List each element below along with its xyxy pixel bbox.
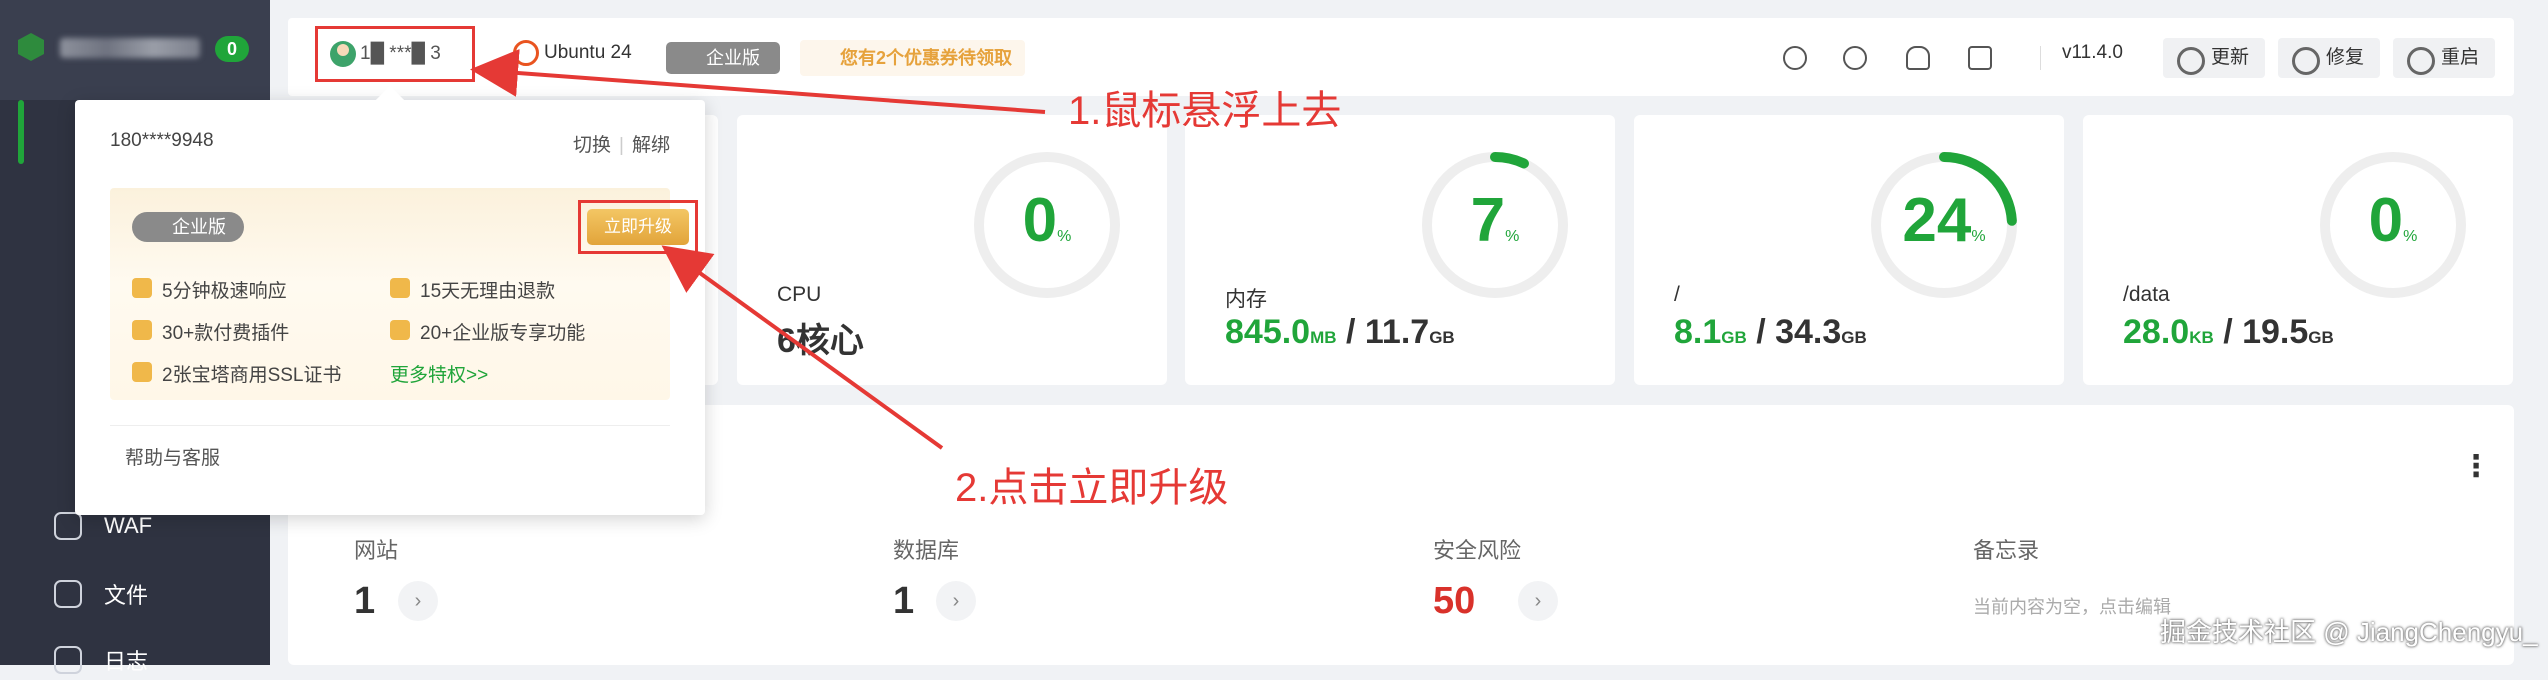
annotation-arrow-2 (661, 245, 944, 450)
watermark: 掘金技术社区 @ JiangChengyu_ (2160, 617, 2538, 647)
annotation-step-1: 1.鼠标悬浮上去 (1068, 89, 1342, 133)
annotation-arrow-1 (470, 49, 1046, 114)
annotation-step-2: 2.点击立即升级 (955, 466, 1229, 510)
